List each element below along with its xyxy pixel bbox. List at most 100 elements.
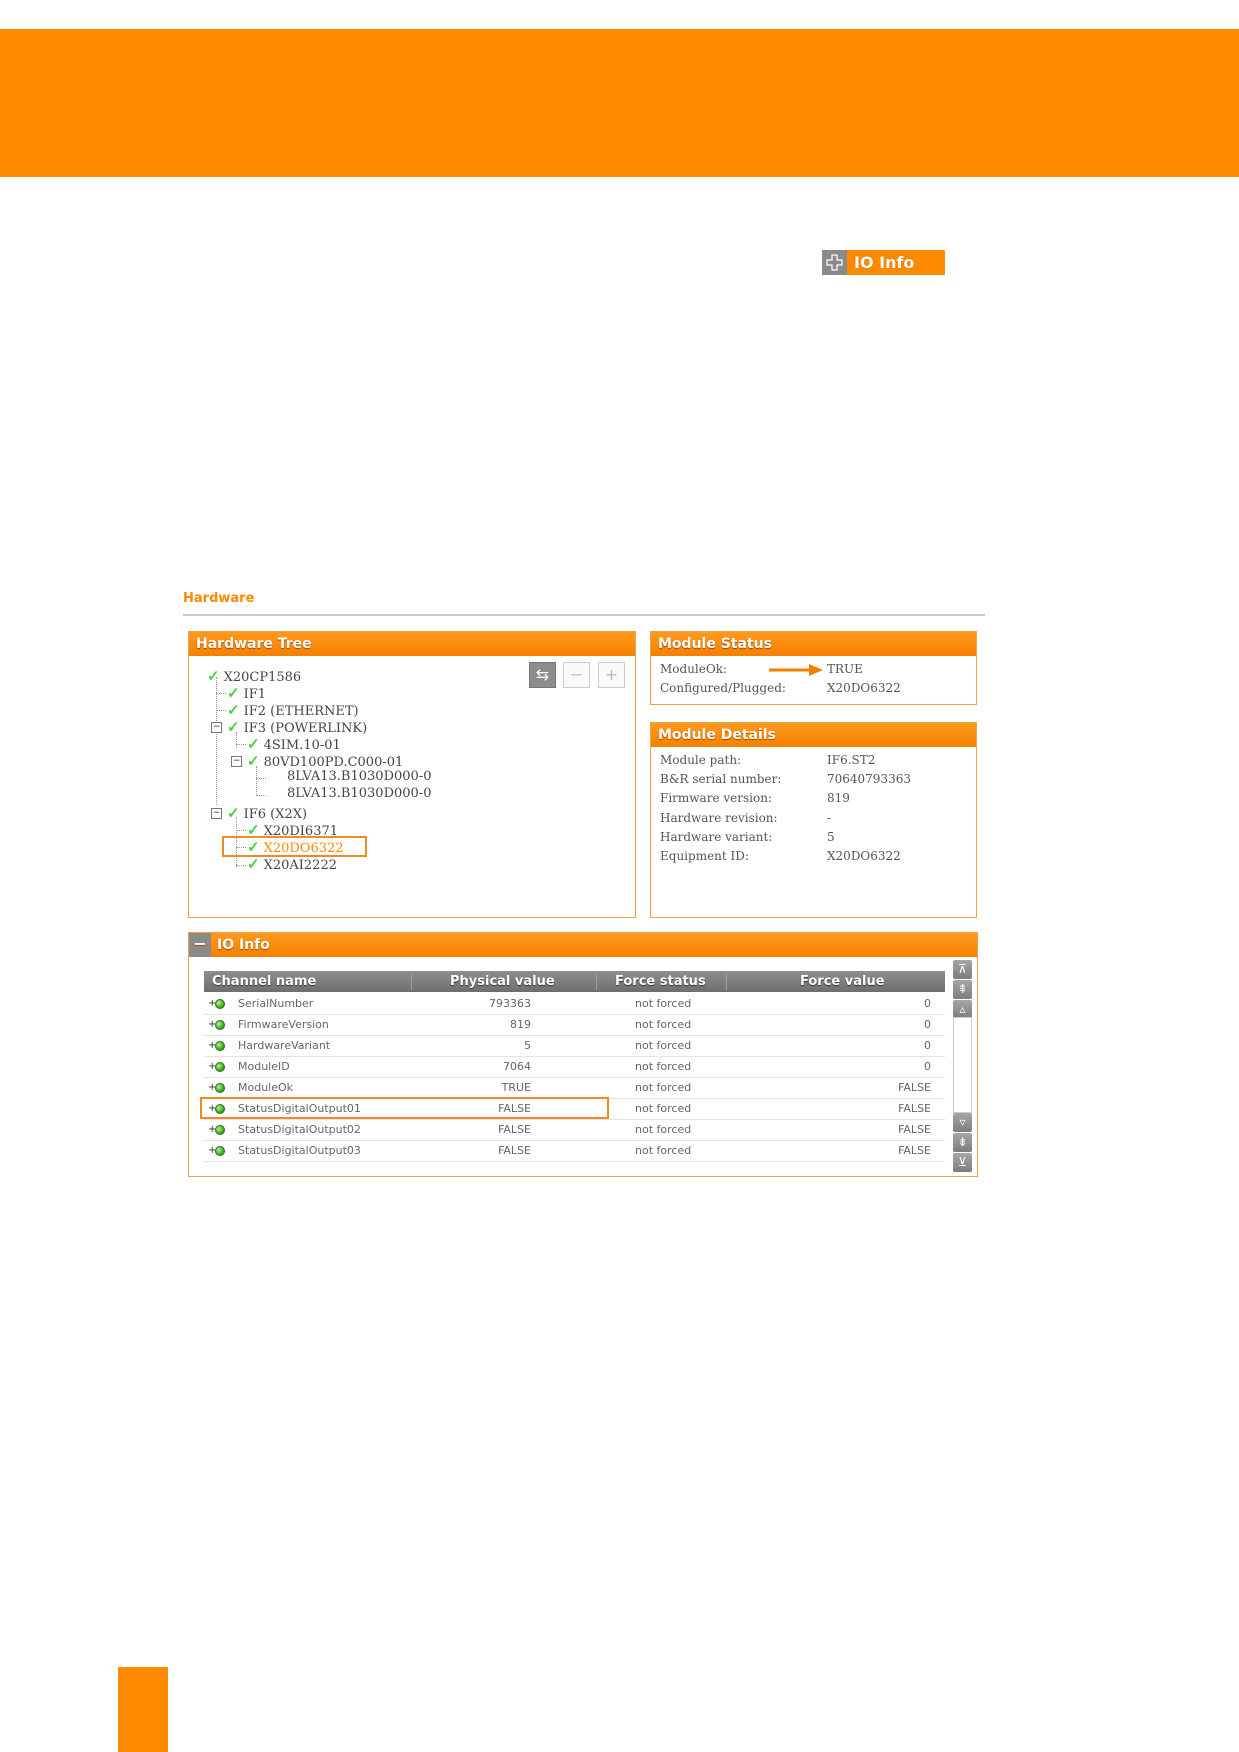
table-row[interactable]: + ModuleOk TRUE not forced FALSE [204, 1078, 945, 1099]
channel-led-icon: + [208, 1040, 225, 1052]
tree-node-x20ai2222[interactable]: ✓ X20AI2222 [247, 855, 337, 873]
table-row[interactable]: + SerialNumber 793363 not forced 0 [204, 994, 945, 1015]
tree-connector [216, 677, 217, 805]
force-value-cell[interactable]: FALSE [898, 1123, 931, 1136]
tree-node-if2[interactable]: ✓ IF2 (ETHERNET) [227, 701, 359, 719]
hardware-tree-title: Hardware Tree [189, 632, 635, 656]
configured-plugged-value: X20DO6322 [827, 681, 901, 695]
tree-node-root[interactable]: ✓ X20CP1586 [207, 667, 301, 685]
tree-node-8lva13-b[interactable]: 8LVA13.B1030D000-0 [287, 786, 431, 801]
physical-value-cell: FALSE [498, 1144, 531, 1157]
tree-node-label: X20AI2222 [263, 858, 337, 873]
tree-node-label: IF6 (X2X) [243, 807, 308, 822]
collapse-toggle-icon[interactable]: − [211, 808, 222, 819]
tree-node-if6[interactable]: ✓ IF6 (X2X) [227, 804, 307, 822]
tree-connector [236, 744, 246, 745]
io-info-header: − IO Info [189, 933, 977, 957]
equipment-id-value: X20DO6322 [827, 849, 901, 863]
hardware-revision-value: - [827, 811, 832, 825]
scroll-down-button[interactable]: ▿ [953, 1113, 972, 1132]
force-value-cell[interactable]: 0 [924, 1060, 931, 1073]
channel-led-icon: + [208, 1124, 225, 1136]
tree-node-label: IF3 (POWERLINK) [243, 721, 368, 736]
tree-node-if3[interactable]: ✓ IF3 (POWERLINK) [227, 718, 367, 736]
io-info-chip-label: IO Info [854, 253, 915, 272]
force-status-cell: not forced [635, 1039, 692, 1052]
tree-node-8lva13-a[interactable]: 8LVA13.B1030D000-0 [287, 769, 431, 784]
collapse-toggle-icon[interactable]: − [231, 756, 242, 767]
force-value-cell[interactable]: 0 [924, 1039, 931, 1052]
channel-name-cell: ModuleID [238, 1060, 290, 1073]
column-header-force-value[interactable]: Force value [800, 971, 885, 992]
tree-node-if1[interactable]: ✓ IF1 [227, 684, 266, 702]
force-status-cell: not forced [635, 997, 692, 1010]
scroll-page-down-button[interactable]: ⇟ [953, 1133, 972, 1152]
scroll-page-up-button[interactable]: ⇞ [953, 980, 972, 999]
force-status-cell: not forced [635, 1018, 692, 1031]
channel-name-cell: StatusDigitalOutput03 [238, 1144, 361, 1157]
table-row[interactable]: + FirmwareVersion 819 not forced 0 [204, 1015, 945, 1036]
physical-value-cell: TRUE [501, 1081, 531, 1094]
force-status-cell: not forced [635, 1081, 692, 1094]
section-divider [183, 614, 985, 616]
hardware-variant-value: 5 [827, 830, 835, 844]
force-value-cell[interactable]: FALSE [898, 1081, 931, 1094]
module-path-label: Module path: [660, 753, 742, 767]
tree-expand-button[interactable]: + [598, 662, 625, 688]
force-value-cell[interactable]: 0 [924, 1018, 931, 1031]
channel-name-cell: FirmwareVersion [238, 1018, 329, 1031]
check-icon: ✓ [227, 701, 240, 719]
channel-led-icon: + [208, 1082, 225, 1094]
footer-accent-block [118, 1667, 168, 1752]
module-details-panel: Module Details Module path: IF6.ST2 B&R … [650, 722, 977, 918]
tree-node-label: 8LVA13.B1030D000-0 [287, 786, 432, 801]
section-title-hardware: Hardware [183, 591, 255, 606]
check-icon: ✓ [227, 684, 240, 702]
tree-connector [216, 710, 226, 711]
force-value-cell[interactable]: FALSE [898, 1144, 931, 1157]
force-value-cell[interactable]: FALSE [898, 1102, 931, 1115]
arrow-right-icon [769, 664, 823, 676]
tree-collapse-button[interactable]: − [563, 662, 590, 688]
selected-node-highlight [222, 836, 367, 857]
collapse-minus-icon[interactable]: − [189, 933, 211, 957]
table-row[interactable]: + HardwareVariant 5 not forced 0 [204, 1036, 945, 1057]
tree-node-label: 80VD100PD.C000-01 [263, 755, 404, 770]
table-row[interactable]: + StatusDigitalOutput02 FALSE not forced… [204, 1120, 945, 1141]
physical-value-cell: 819 [510, 1018, 531, 1031]
tree-node-80vd100[interactable]: ✓ 80VD100PD.C000-01 [247, 752, 403, 770]
tree-node-label: IF1 [243, 687, 267, 702]
scrollbar-track[interactable] [953, 1017, 972, 1113]
column-header-channel-name[interactable]: Channel name [212, 971, 316, 992]
channel-led-icon: + [208, 1145, 225, 1157]
column-header-force-status[interactable]: Force status [615, 971, 706, 992]
tree-node-4sim[interactable]: ✓ 4SIM.10-01 [247, 735, 341, 753]
module-ok-value: TRUE [827, 662, 863, 676]
force-status-cell: not forced [635, 1102, 692, 1115]
hardware-revision-label: Hardware revision: [660, 811, 778, 825]
scroll-bottom-button[interactable]: ⊻ [953, 1153, 972, 1172]
firmware-version-value: 819 [827, 791, 850, 805]
tree-connector [236, 865, 246, 866]
header-banner [0, 29, 1239, 177]
column-header-physical-value[interactable]: Physical value [450, 971, 555, 992]
tree-connector [236, 830, 246, 831]
column-separator [411, 973, 412, 990]
tree-node-label: IF2 (ETHERNET) [243, 704, 359, 719]
tree-sync-button[interactable]: ⇆ [529, 662, 556, 688]
io-table-header: Channel name Physical value Force status… [204, 971, 945, 992]
table-row[interactable]: + ModuleID 7064 not forced 0 [204, 1057, 945, 1078]
column-separator [726, 973, 727, 990]
column-separator [596, 973, 597, 990]
channel-name-cell: HardwareVariant [238, 1039, 331, 1052]
collapse-toggle-icon[interactable]: − [211, 722, 222, 733]
scroll-top-button[interactable]: ⊼ [953, 960, 972, 979]
module-details-title: Module Details [651, 723, 976, 747]
force-value-cell[interactable]: 0 [924, 997, 931, 1010]
expand-plus-icon[interactable] [822, 250, 847, 275]
io-info-title: IO Info [217, 937, 270, 953]
physical-value-cell: 7064 [503, 1060, 531, 1073]
io-info-expand-chip[interactable]: IO Info [822, 250, 945, 275]
table-row[interactable]: + StatusDigitalOutput03 FALSE not forced… [204, 1141, 945, 1162]
serial-number-label: B&R serial number: [660, 772, 782, 786]
